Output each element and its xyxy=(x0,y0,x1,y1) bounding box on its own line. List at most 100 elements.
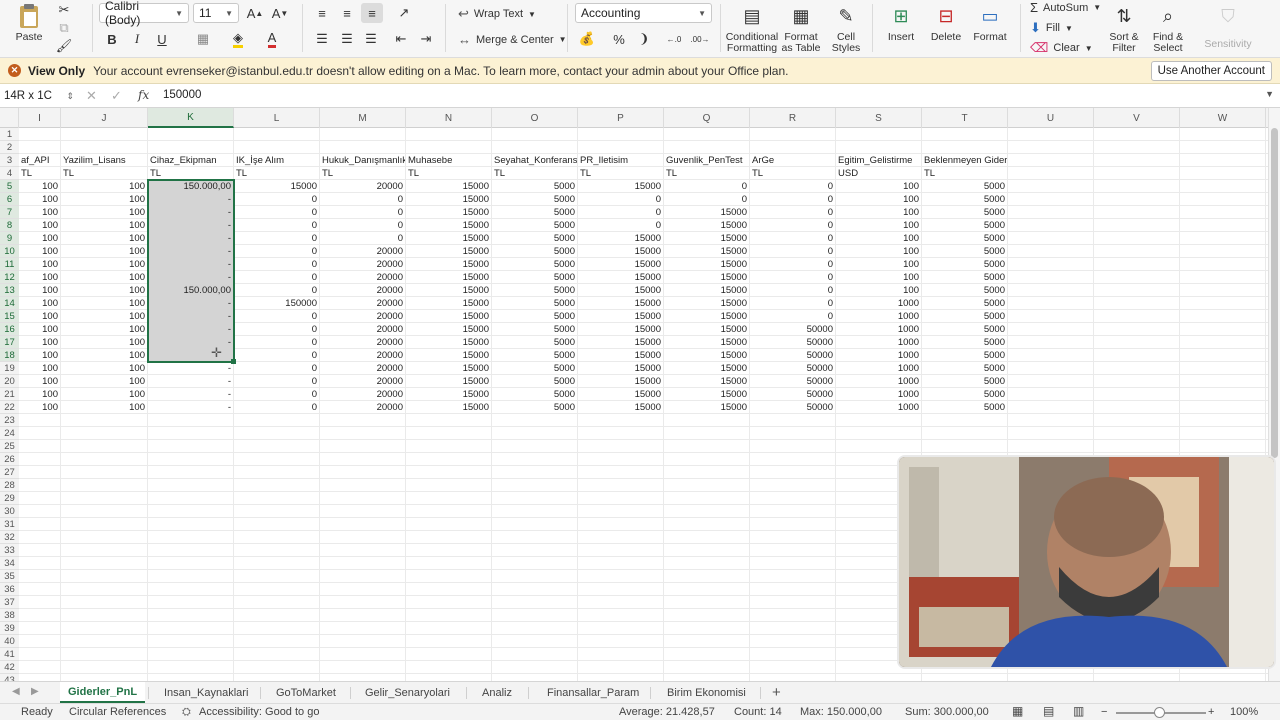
grid-cell[interactable] xyxy=(19,544,61,557)
row-header[interactable]: 19 xyxy=(0,362,19,375)
grid-cell[interactable]: 100 xyxy=(19,323,61,336)
grid-cell[interactable] xyxy=(836,141,922,154)
grid-cell[interactable] xyxy=(320,466,406,479)
grid-cell[interactable]: 1000 xyxy=(836,401,922,414)
row-header[interactable]: 34 xyxy=(0,557,19,570)
grid-cell[interactable]: 15000 xyxy=(664,388,750,401)
row-header[interactable]: 30 xyxy=(0,505,19,518)
grid-cell[interactable]: 15000 xyxy=(664,219,750,232)
grid-cell[interactable]: 100 xyxy=(19,310,61,323)
grid-cell[interactable]: 100 xyxy=(836,206,922,219)
grid-cell[interactable] xyxy=(1008,232,1094,245)
grid-cell[interactable] xyxy=(1180,284,1266,297)
grid-cell[interactable]: - xyxy=(148,375,234,388)
grid-cell[interactable] xyxy=(61,518,148,531)
grid-cell[interactable] xyxy=(664,479,750,492)
grid-cell[interactable] xyxy=(406,440,492,453)
grid-cell[interactable] xyxy=(664,544,750,557)
grid-cell[interactable]: PR_Iletisim xyxy=(578,154,664,167)
grid-cell[interactable]: af_API xyxy=(19,154,61,167)
grid-cell[interactable]: 100 xyxy=(61,193,148,206)
grid-cell[interactable] xyxy=(320,674,406,681)
grid-cell[interactable]: Cihaz_Ekipman xyxy=(148,154,234,167)
column-header[interactable]: W xyxy=(1180,108,1266,128)
grid-cell[interactable]: 0 xyxy=(234,401,320,414)
grid-cell[interactable]: 1000 xyxy=(836,323,922,336)
grid-cell[interactable]: 100 xyxy=(61,349,148,362)
grid-cell[interactable]: 15000 xyxy=(406,219,492,232)
grid-cell[interactable]: 0 xyxy=(234,193,320,206)
grid-cell[interactable] xyxy=(148,479,234,492)
grid-cell[interactable]: 5000 xyxy=(922,297,1008,310)
grid-cell[interactable] xyxy=(320,557,406,570)
grid-cell[interactable] xyxy=(234,453,320,466)
delete-button[interactable]: ⊟ Delete xyxy=(925,4,967,43)
grid-cell[interactable]: 0 xyxy=(234,232,320,245)
grid-cell[interactable] xyxy=(492,128,578,141)
grid-cell[interactable]: 150.000,00 xyxy=(148,180,234,193)
grid-cell[interactable]: TL xyxy=(578,167,664,180)
grid-cell[interactable] xyxy=(1008,349,1094,362)
grid-cell[interactable]: 20000 xyxy=(320,180,406,193)
grid-cell[interactable]: 15000 xyxy=(406,336,492,349)
grid-cell[interactable] xyxy=(19,648,61,661)
grid-cell[interactable] xyxy=(1008,362,1094,375)
grid-cell[interactable] xyxy=(406,141,492,154)
zoom-in-icon[interactable]: + xyxy=(1208,706,1214,718)
grid-cell[interactable] xyxy=(61,492,148,505)
grid-cell[interactable] xyxy=(19,479,61,492)
grid-cell[interactable]: 0 xyxy=(750,258,836,271)
grid-cell[interactable] xyxy=(578,557,664,570)
grid-cell[interactable] xyxy=(1094,141,1180,154)
grid-cell[interactable] xyxy=(320,531,406,544)
grid-cell[interactable] xyxy=(406,505,492,518)
grid-cell[interactable] xyxy=(1008,206,1094,219)
grid-cell[interactable] xyxy=(19,427,61,440)
row-header[interactable]: 15 xyxy=(0,310,19,323)
grid-cell[interactable]: 0 xyxy=(234,258,320,271)
grid-cell[interactable]: 5000 xyxy=(492,375,578,388)
grid-cell[interactable] xyxy=(19,674,61,681)
zoom-level[interactable]: 100% xyxy=(1230,706,1258,718)
fill-color-icon[interactable]: ◈ xyxy=(228,29,248,49)
grid-cell[interactable] xyxy=(1094,128,1180,141)
grid-cell[interactable] xyxy=(750,544,836,557)
grid-cell[interactable] xyxy=(664,648,750,661)
grid-cell[interactable] xyxy=(1180,206,1266,219)
grid-cell[interactable] xyxy=(492,648,578,661)
grid-cell[interactable]: 1000 xyxy=(836,362,922,375)
grid-cell[interactable] xyxy=(148,648,234,661)
row-header[interactable]: 16 xyxy=(0,323,19,336)
insert-button[interactable]: ⊞ Insert xyxy=(880,4,922,43)
grid-cell[interactable] xyxy=(578,661,664,674)
grid-cell[interactable]: 20000 xyxy=(320,401,406,414)
grid-cell[interactable]: 15000 xyxy=(578,310,664,323)
grid-cell[interactable] xyxy=(19,531,61,544)
grid-cell[interactable] xyxy=(1008,219,1094,232)
grid-cell[interactable] xyxy=(148,128,234,141)
grid-cell[interactable] xyxy=(1094,219,1180,232)
grid-cell[interactable] xyxy=(1008,427,1094,440)
grid-cell[interactable] xyxy=(492,479,578,492)
grid-cell[interactable]: 1000 xyxy=(836,336,922,349)
percent-button[interactable]: % xyxy=(611,29,627,49)
grid-cell[interactable] xyxy=(1008,258,1094,271)
grid-cell[interactable]: 100 xyxy=(61,375,148,388)
grid-cell[interactable]: 50000 xyxy=(750,349,836,362)
align-bottom-icon[interactable]: ≡ xyxy=(361,3,383,23)
cut-icon[interactable]: ✂ xyxy=(56,0,72,20)
grid-cell[interactable]: TL xyxy=(148,167,234,180)
grid-cell[interactable] xyxy=(1008,401,1094,414)
grid-cell[interactable] xyxy=(1094,271,1180,284)
format-button[interactable]: ▭ Format xyxy=(969,4,1011,43)
grid-cell[interactable] xyxy=(148,596,234,609)
grid-cell[interactable]: 0 xyxy=(320,206,406,219)
grid-cell[interactable]: 0 xyxy=(578,219,664,232)
grid-cell[interactable]: 15000 xyxy=(664,258,750,271)
tab-giderler-pnl[interactable]: Giderler_PnL xyxy=(60,682,146,703)
grid-cell[interactable] xyxy=(320,453,406,466)
grid-cell[interactable]: 100 xyxy=(19,284,61,297)
grid-cell[interactable]: 5000 xyxy=(492,219,578,232)
grid-cell[interactable]: 5000 xyxy=(922,362,1008,375)
grid-cell[interactable] xyxy=(664,427,750,440)
